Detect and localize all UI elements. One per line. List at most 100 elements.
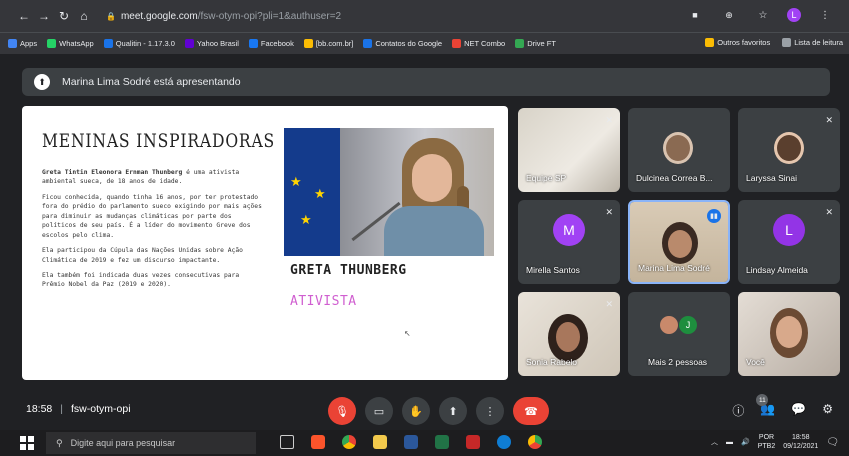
home-icon[interactable]: ⌂ <box>74 9 94 23</box>
participant-tile[interactable]: ▮▮ Marina Lima Sodré <box>628 200 730 284</box>
participant-avatar: J <box>679 316 697 334</box>
search-placeholder: Digite aqui para pesquisar <box>70 438 176 448</box>
bookmark-icon <box>103 39 113 48</box>
volume-icon[interactable]: 🔊 <box>741 438 750 446</box>
participant-tile[interactable]: Você <box>738 292 840 376</box>
bookmark-icon <box>452 39 462 48</box>
slide-paragraph: Ficou conhecida, quando tinha 16 anos, p… <box>42 193 262 239</box>
activities-icon[interactable]: ⚙ <box>822 402 833 419</box>
task-view-icon[interactable] <box>280 435 294 449</box>
notifications-icon[interactable]: 🗨 <box>826 437 839 448</box>
leave-call-button[interactable]: ☎ <box>513 397 549 425</box>
speaking-indicator-icon: ▮▮ <box>707 209 721 223</box>
mic-off-button[interactable]: 🎙 <box>328 397 356 425</box>
participant-tile[interactable]: ✕ Laryssa Sinai <box>738 108 840 192</box>
participant-tile[interactable]: M ✕ Mirella Santos <box>518 200 620 284</box>
participant-count-badge: 11 <box>756 394 769 406</box>
bookmark-item[interactable]: Facebook <box>248 39 294 48</box>
participant-tile[interactable]: L ✕ Lindsay Almeida <box>738 200 840 284</box>
mic-off-icon: ✕ <box>825 115 833 125</box>
search-icon: ⚲ <box>56 437 63 448</box>
chrome-icon[interactable] <box>342 435 356 449</box>
app-icon[interactable] <box>466 435 480 449</box>
lock-icon: 🔒 <box>106 11 116 21</box>
chat-icon[interactable]: 💬 <box>791 402 806 419</box>
present-button[interactable]: ⬆ <box>439 397 467 425</box>
network-icon[interactable]: ▬ <box>726 439 733 446</box>
raise-hand-button[interactable]: ✋ <box>402 397 430 425</box>
camera-button[interactable]: ▭ <box>365 397 393 425</box>
bookmark-label: Apps <box>20 39 38 48</box>
language-indicator[interactable]: POR PTB2 <box>758 433 776 451</box>
role-heading: ATIVISTA <box>290 294 357 309</box>
file-explorer-icon[interactable] <box>373 435 387 449</box>
meeting-time: 18:58 <box>26 403 53 415</box>
participant-tile[interactable]: ✕ Sonia Rabelo <box>518 292 620 376</box>
participant-name: Mais 2 pessoas <box>648 357 708 367</box>
bookmark-label: Contatos do Google <box>375 39 443 48</box>
windows-start-icon[interactable] <box>20 436 34 450</box>
slide-title: MENINAS INSPIRADORAS <box>42 130 276 152</box>
address-bar[interactable]: 🔒 meet.google.com/fsw-otym-opi?pli=1&aut… <box>106 7 606 25</box>
people-icon[interactable]: 👥 11 <box>756 394 775 419</box>
bookmark-item[interactable]: Yahoo Brasil <box>184 39 239 48</box>
participant-name: Sonia Rabelo <box>526 357 578 367</box>
bookmark-item[interactable]: [bb.com.br] <box>303 39 353 48</box>
name-heading: GRETA THUNBERG <box>290 263 407 278</box>
participant-name: Laryssa Sinai <box>746 173 798 183</box>
share-icon[interactable]: ⊕ <box>719 10 739 21</box>
info-icon[interactable]: ⓘ <box>732 402 744 419</box>
bookmark-item[interactable]: Qualitin - 1.17.3.0 <box>103 39 175 48</box>
windows-taskbar: ⚲ Digite aqui para pesquisar ︿ ▬ 🔊 POR PT… <box>0 430 849 456</box>
folder-icon <box>782 38 792 47</box>
meeting-code: fsw-otym-opi <box>71 403 131 415</box>
participant-tile[interactable]: J Mais 2 pessoas <box>628 292 730 376</box>
presenter-icon: ⬆ <box>34 74 50 90</box>
participant-name: Mirella Santos <box>526 265 580 275</box>
bookmark-item[interactable]: Apps <box>8 39 37 48</box>
bookmark-label: WhatsApp <box>59 39 94 48</box>
slide-body: Greta Tintin Eleonora Ernman Thunberg é … <box>42 168 262 296</box>
presentation-slide: MENINAS INSPIRADORAS Greta Tintin Eleono… <box>22 106 508 380</box>
forward-icon[interactable]: → <box>34 9 54 23</box>
back-icon[interactable]: ← <box>14 9 34 23</box>
bookmarks-bar: Apps WhatsApp Qualitin - 1.17.3.0 Yahoo Bra… <box>0 32 849 54</box>
bookmark-folder[interactable]: Lista de leitura <box>782 38 843 47</box>
profile-avatar[interactable]: L <box>787 8 801 22</box>
bookmark-label: Facebook <box>260 39 294 48</box>
participant-avatar <box>660 316 678 334</box>
folder-icon <box>705 38 715 47</box>
participant-tile[interactable]: ✕ Equipe SP <box>518 108 620 192</box>
camera-icon[interactable]: ■ <box>685 10 705 20</box>
bookmark-item[interactable]: NET Combo <box>452 39 505 48</box>
taskbar-search[interactable]: ⚲ Digite aqui para pesquisar <box>46 432 256 454</box>
bookmark-item[interactable]: Drive FT <box>515 39 556 48</box>
star-icon[interactable]: ☆ <box>753 10 773 21</box>
bookmark-icon <box>248 39 258 48</box>
slide-paragraph: Ela participou da Cúpula das Nações Unid… <box>42 247 243 264</box>
mic-off-icon: ✕ <box>825 207 833 217</box>
chrome-profile-icon[interactable] <box>528 435 542 449</box>
bookmark-item[interactable]: WhatsApp <box>47 39 94 48</box>
eu-flag <box>284 128 340 256</box>
menu-icon[interactable]: ⋮ <box>815 10 835 21</box>
reload-icon[interactable]: ↻ <box>54 9 74 23</box>
meeting-controls-bar: 18:58 | fsw-otym-opi 🎙 ▭ ✋ ⬆ ⋮ ☎ ⓘ 👥 11 💬… <box>0 392 849 430</box>
bookmark-label: Qualitin - 1.17.3.0 <box>115 39 175 48</box>
brave-icon[interactable] <box>311 435 325 449</box>
excel-icon[interactable] <box>435 435 449 449</box>
word-icon[interactable] <box>404 435 418 449</box>
bookmark-icon <box>8 39 17 48</box>
browser-toolbar: ← → ↻ ⌂ 🔒 meet.google.com/fsw-otym-opi?p… <box>0 0 849 32</box>
bookmark-label: NET Combo <box>464 39 506 48</box>
bookmark-item[interactable]: Contatos do Google <box>363 39 442 48</box>
edge-icon[interactable] <box>497 435 511 449</box>
bookmark-label: Drive FT <box>527 39 556 48</box>
slide-paragraph: Ela também foi indicada duas vezes conse… <box>42 271 240 289</box>
tray-chevron-icon[interactable]: ︿ <box>711 437 718 447</box>
more-options-button[interactable]: ⋮ <box>476 397 504 425</box>
bookmark-folder[interactable]: Outros favoritos <box>705 38 770 47</box>
bookmark-icon <box>363 39 373 48</box>
system-clock[interactable]: 18:58 09/12/2021 <box>783 433 818 451</box>
participant-tile[interactable]: Dulcinea Correa B... <box>628 108 730 192</box>
